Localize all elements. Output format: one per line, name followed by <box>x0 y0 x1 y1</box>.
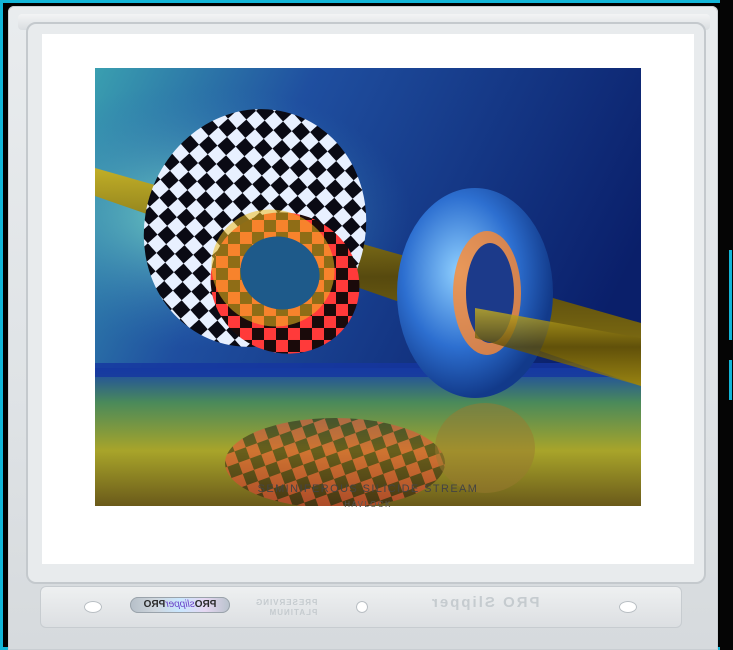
embossed-line-top: PRESERVING <box>255 598 318 607</box>
embossed-brand-right: PRO Slipper <box>430 594 540 611</box>
punch-hole-icon <box>619 601 637 613</box>
brand-sticker: PROslipperPRO <box>130 597 230 613</box>
edge-tick <box>729 250 732 340</box>
embossed-line-bottom: PLATINUM <box>268 608 318 617</box>
artwork-image <box>95 68 641 506</box>
punch-hole-icon <box>356 601 368 613</box>
print-artist: HAVLOCK <box>344 500 392 509</box>
right-edge-strip <box>720 0 733 650</box>
sticker-brand: PRO <box>194 599 217 610</box>
punch-hole-icon <box>84 601 102 613</box>
edge-tick <box>729 360 732 400</box>
embossed-text-left: PRESERVING PLATINUM <box>255 598 317 618</box>
print-title: SEMINIFEROUS SILICIDE STREAM <box>257 483 479 495</box>
sticker-accent: slipper <box>165 599 195 610</box>
sticker-suffix: PRO <box>143 599 166 610</box>
